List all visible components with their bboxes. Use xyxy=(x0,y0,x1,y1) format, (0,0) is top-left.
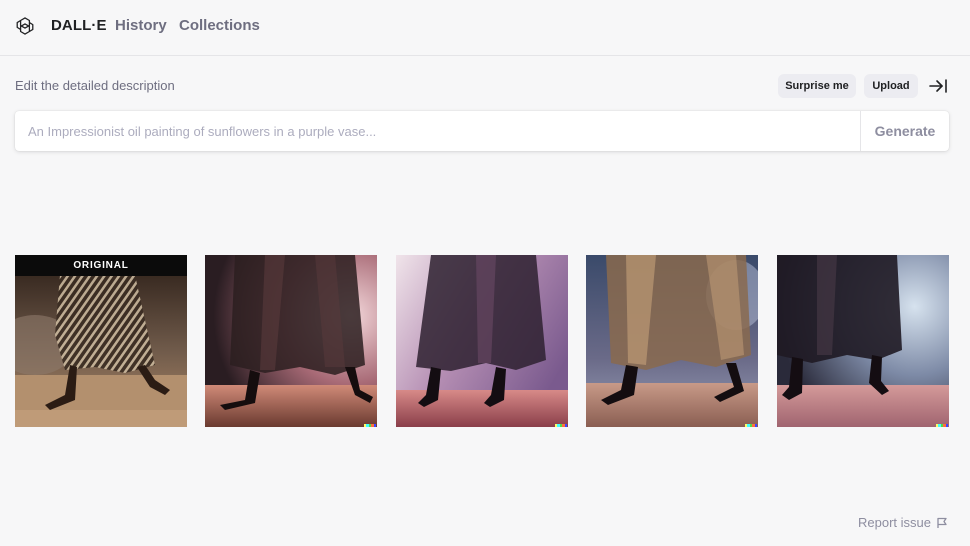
brand-title[interactable]: DALL·E xyxy=(51,17,107,34)
image-tile-variation-3[interactable] xyxy=(586,255,758,427)
surprise-me-button[interactable]: Surprise me xyxy=(778,74,856,98)
original-label: ORIGINAL xyxy=(15,255,187,276)
dancer-image xyxy=(396,255,568,427)
dalle-signature xyxy=(936,424,949,427)
dancer-image xyxy=(586,255,758,427)
image-tile-variation-2[interactable] xyxy=(396,255,568,427)
edit-description-label: Edit the detailed description xyxy=(15,78,175,93)
prompt-box: Generate xyxy=(15,111,949,151)
generate-button[interactable]: Generate xyxy=(860,111,949,151)
image-tile-original[interactable]: ORIGINAL xyxy=(15,255,187,427)
flag-icon xyxy=(937,517,947,528)
dancer-image xyxy=(777,255,949,427)
report-issue-link[interactable]: Report issue xyxy=(858,515,948,530)
report-issue-label: Report issue xyxy=(858,515,931,530)
dalle-signature xyxy=(745,424,758,427)
image-tile-variation-1[interactable] xyxy=(205,255,377,427)
dancer-image xyxy=(15,255,187,427)
upload-button[interactable]: Upload xyxy=(864,74,918,98)
openai-logo-icon[interactable] xyxy=(14,15,36,37)
image-tile-variation-4[interactable] xyxy=(777,255,949,427)
nav-collections[interactable]: Collections xyxy=(179,17,260,34)
dalle-signature xyxy=(555,424,568,427)
dancer-image xyxy=(205,255,377,427)
prompt-input[interactable] xyxy=(15,111,860,151)
arrow-to-right-icon[interactable] xyxy=(928,78,948,94)
top-bar: DALL·E History Collections xyxy=(0,0,970,56)
nav-history[interactable]: History xyxy=(115,17,167,34)
dalle-signature xyxy=(364,424,377,427)
